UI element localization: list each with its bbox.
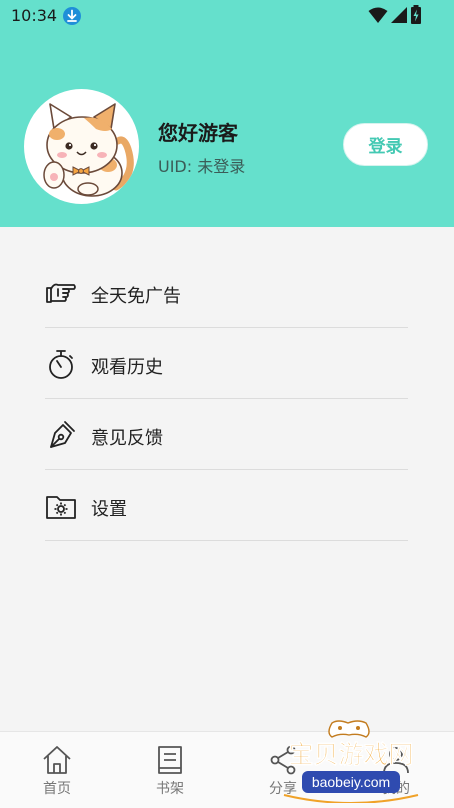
avatar[interactable] — [24, 89, 139, 204]
battery-icon — [411, 5, 421, 24]
menu-item-feedback[interactable]: 意见反馈 — [45, 399, 408, 470]
watermark-title: 宝贝游戏网 — [288, 740, 413, 769]
menu-item-label: 意见反馈 — [91, 428, 163, 449]
greeting-title: 您好游客 — [158, 121, 238, 145]
profile-header: 10:34 您好游客 UID: 未登录 登录 — [0, 0, 454, 227]
folder-gear-icon — [46, 496, 76, 519]
status-bar: 10:34 — [0, 0, 454, 32]
login-button[interactable]: 登录 — [343, 123, 428, 166]
menu-item-label: 观看历史 — [91, 357, 163, 378]
gamepad-icon — [328, 720, 370, 738]
stopwatch-icon — [49, 350, 73, 379]
menu-item-label: 全天免广告 — [91, 286, 181, 307]
download-icon — [63, 7, 81, 25]
home-icon — [43, 746, 71, 774]
status-time: 10:34 — [11, 6, 58, 25]
book-icon — [158, 746, 182, 774]
menu-item-history[interactable]: 观看历史 — [45, 328, 408, 399]
signal-icon — [391, 7, 407, 23]
nav-item-bookshelf[interactable]: 书架 — [130, 732, 210, 808]
nav-label: 书架 — [156, 781, 184, 797]
pen-nib-icon — [50, 421, 75, 448]
nav-label: 首页 — [43, 781, 71, 797]
wifi-icon — [368, 7, 388, 23]
nav-item-home[interactable]: 首页 — [17, 732, 97, 808]
menu-item-label: 设置 — [91, 499, 127, 520]
watermark-url: baobeiy.com — [312, 774, 390, 790]
status-icons — [368, 5, 422, 25]
pointing-hand-icon — [46, 283, 76, 303]
cat-avatar — [43, 103, 134, 197]
menu-list: 全天免广告 观看历史 意见反馈 设置 — [45, 257, 408, 541]
menu-item-settings[interactable]: 设置 — [45, 470, 408, 541]
watermark-logo: 宝贝游戏网 baobeiy.com — [283, 720, 419, 803]
uid-text: UID: 未登录 — [158, 157, 246, 176]
menu-item-no-ads[interactable]: 全天免广告 — [45, 257, 408, 328]
